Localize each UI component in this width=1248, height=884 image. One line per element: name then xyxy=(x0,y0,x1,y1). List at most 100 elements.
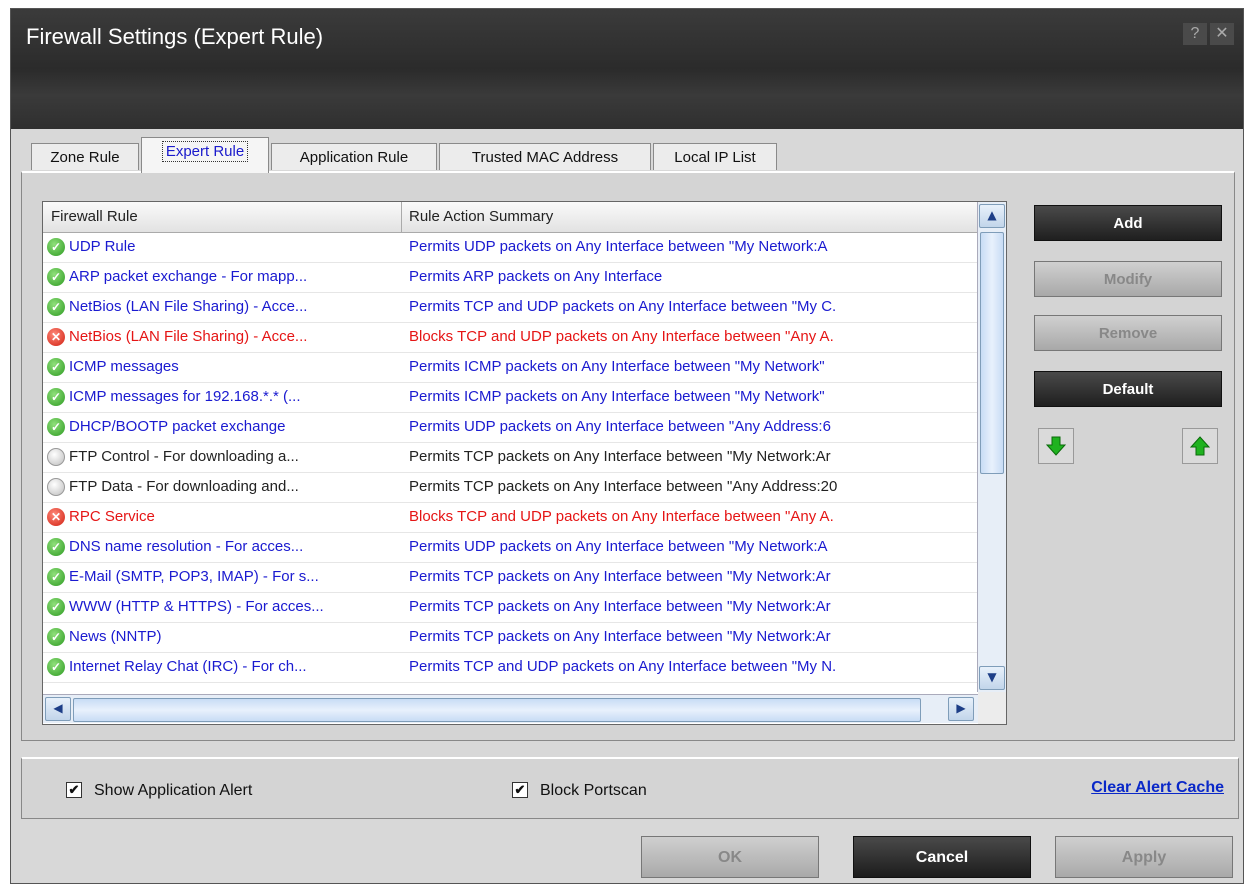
rule-name: FTP Control - For downloading a... xyxy=(69,448,299,465)
clear-alert-cache-link[interactable]: Clear Alert Cache xyxy=(1091,779,1224,797)
tab-label: Application Rule xyxy=(299,149,409,166)
table-row[interactable]: ✕ RPC Service Blocks TCP and UDP packets o… xyxy=(43,502,978,533)
table-row[interactable]: ✓ UDP Rule Permits UDP packets on Any Inte… xyxy=(43,232,978,263)
apply-button[interactable]: Apply xyxy=(1055,836,1233,878)
options-panel: ✔ Show Application Alert ✔ Block Portsca… xyxy=(21,757,1239,819)
checkbox-label: Show Application Alert xyxy=(94,782,253,799)
tab-label: Trusted MAC Address xyxy=(471,149,619,166)
rule-name: NetBios (LAN File Sharing) - Acce... xyxy=(69,328,308,345)
rule-summary: Permits UDP packets on Any Interface bet… xyxy=(409,538,828,555)
rule-name: DNS name resolution - For acces... xyxy=(69,538,304,555)
tab-application-rule[interactable]: Application Rule xyxy=(271,143,437,170)
horizontal-scroll-thumb[interactable] xyxy=(73,698,921,722)
table-row[interactable]: FTP Data - For downloading and... Permits… xyxy=(43,472,978,503)
column-header-firewall-rule[interactable]: Firewall Rule xyxy=(43,202,402,232)
rule-summary: Permits UDP packets on Any Interface bet… xyxy=(409,238,828,255)
default-button[interactable]: Default xyxy=(1034,371,1222,407)
tab-zone-rule[interactable]: Zone Rule xyxy=(31,143,139,170)
rule-summary: Permits TCP and UDP packets on Any Inter… xyxy=(409,658,837,675)
allow-status-icon: ✓ xyxy=(47,658,65,676)
tab-label: Expert Rule xyxy=(161,141,249,162)
table-row[interactable]: ✓ DHCP/BOOTP packet exchange Permits UDP p… xyxy=(43,412,978,443)
table-row[interactable]: ✓ ICMP messages Permits ICMP packets on An… xyxy=(43,352,978,383)
modify-button[interactable]: Modify xyxy=(1034,261,1222,297)
tab-label: Local IP List xyxy=(674,149,756,166)
allow-status-icon: ✓ xyxy=(47,268,65,286)
checkbox-label: Block Portscan xyxy=(540,782,647,799)
horizontal-scrollbar[interactable]: ◀ ▶ xyxy=(43,694,978,723)
rule-summary: Permits TCP packets on Any Interface bet… xyxy=(409,598,831,615)
vertical-scrollbar[interactable]: ▲ ▼ xyxy=(977,202,1006,692)
move-down-button[interactable] xyxy=(1038,428,1074,464)
rule-summary: Permits TCP packets on Any Interface bet… xyxy=(409,628,831,645)
scroll-right-icon[interactable]: ▶ xyxy=(948,697,974,721)
rule-name: NetBios (LAN File Sharing) - Acce... xyxy=(69,298,308,315)
rule-name: ARP packet exchange - For mapp... xyxy=(69,268,308,285)
allow-status-icon: ✓ xyxy=(47,238,65,256)
cancel-button[interactable]: Cancel xyxy=(853,836,1031,878)
rule-name: RPC Service xyxy=(69,508,155,525)
inactive-status-icon xyxy=(47,478,65,496)
scroll-left-icon[interactable]: ◀ xyxy=(45,697,71,721)
tab-trusted-mac-address[interactable]: Trusted MAC Address xyxy=(439,143,651,170)
remove-button[interactable]: Remove xyxy=(1034,315,1222,351)
title-bar: Firewall Settings (Expert Rule) ? ✕ xyxy=(11,9,1243,129)
window-title: Firewall Settings (Expert Rule) xyxy=(26,24,324,49)
rule-name: DHCP/BOOTP packet exchange xyxy=(69,418,286,435)
rule-summary: Permits TCP packets on Any Interface bet… xyxy=(409,448,831,465)
table-row[interactable]: ✓ DNS name resolution - For acces... Permi… xyxy=(43,532,978,563)
column-header-rule-action-summary[interactable]: Rule Action Summary xyxy=(401,202,979,232)
allow-status-icon: ✓ xyxy=(47,388,65,406)
rule-list[interactable]: Firewall Rule Rule Action Summary ✓ UDP R… xyxy=(42,201,1007,725)
table-row[interactable]: ✓ WWW (HTTP & HTTPS) - For acces... Permit… xyxy=(43,592,978,623)
table-row[interactable]: ✓ ICMP messages for 192.168.*.* (... Permi… xyxy=(43,382,978,413)
firewall-settings-window: Firewall Settings (Expert Rule) ? ✕ Zone… xyxy=(10,8,1244,884)
allow-status-icon: ✓ xyxy=(47,628,65,646)
table-row[interactable]: ✓ E-Mail (SMTP, POP3, IMAP) - For s... Per… xyxy=(43,562,978,593)
allow-status-icon: ✓ xyxy=(47,538,65,556)
scroll-corner xyxy=(978,692,1006,724)
checkbox-box[interactable]: ✔ xyxy=(66,782,82,798)
table-row[interactable]: ✓ News (NNTP) Permits TCP packets on Any I… xyxy=(43,622,978,653)
table-row[interactable]: ✓ ARP packet exchange - For mapp... Permit… xyxy=(43,262,978,293)
ok-button[interactable]: OK xyxy=(641,836,819,878)
table-row[interactable]: ✕ NetBios (LAN File Sharing) - Acce... Blo… xyxy=(43,322,978,353)
rule-name: Internet Relay Chat (IRC) - For ch... xyxy=(69,658,307,675)
checkbox-box[interactable]: ✔ xyxy=(512,782,528,798)
rule-summary: Permits TCP packets on Any Interface bet… xyxy=(409,568,831,585)
allow-status-icon: ✓ xyxy=(47,358,65,376)
table-row[interactable]: ✓ NetBios (LAN File Sharing) - Acce... Per… xyxy=(43,292,978,323)
rule-summary: Permits ARP packets on Any Interface xyxy=(409,268,663,285)
rule-summary: Permits UDP packets on Any Interface bet… xyxy=(409,418,831,435)
rule-summary: Permits TCP packets on Any Interface bet… xyxy=(409,478,838,495)
rule-name: UDP Rule xyxy=(69,238,136,255)
table-row[interactable]: FTP Control - For downloading a... Permit… xyxy=(43,442,978,473)
tab-local-ip-list[interactable]: Local IP List xyxy=(653,143,777,170)
tab-expert-rule[interactable]: Expert Rule xyxy=(141,137,269,173)
rule-summary: Permits ICMP packets on Any Interface be… xyxy=(409,358,825,375)
add-button[interactable]: Add xyxy=(1034,205,1222,241)
allow-status-icon: ✓ xyxy=(47,568,65,586)
rule-summary: Permits ICMP packets on Any Interface be… xyxy=(409,388,825,405)
scroll-up-icon[interactable]: ▲ xyxy=(979,204,1005,228)
rule-name: News (NNTP) xyxy=(69,628,162,645)
rule-name: E-Mail (SMTP, POP3, IMAP) - For s... xyxy=(69,568,319,585)
rule-name: WWW (HTTP & HTTPS) - For acces... xyxy=(69,598,324,615)
allow-status-icon: ✓ xyxy=(47,298,65,316)
tab-label: Zone Rule xyxy=(50,149,120,166)
allow-status-icon: ✓ xyxy=(47,598,65,616)
vertical-scroll-thumb[interactable] xyxy=(980,232,1004,474)
green-up-arrow-icon xyxy=(1190,436,1210,456)
help-button[interactable]: ? xyxy=(1183,23,1207,45)
rule-name: ICMP messages for 192.168.*.* (... xyxy=(69,388,301,405)
allow-status-icon: ✓ xyxy=(47,418,65,436)
move-up-button[interactable] xyxy=(1182,428,1218,464)
block-status-icon: ✕ xyxy=(47,508,65,526)
inactive-status-icon xyxy=(47,448,65,466)
close-button[interactable]: ✕ xyxy=(1210,23,1234,45)
rule-summary: Blocks TCP and UDP packets on Any Interf… xyxy=(409,328,834,345)
table-row[interactable]: ✓ Internet Relay Chat (IRC) - For ch... Pe… xyxy=(43,652,978,683)
scroll-down-icon[interactable]: ▼ xyxy=(979,666,1005,690)
rule-list-header: Firewall Rule Rule Action Summary xyxy=(43,202,978,233)
rule-summary: Permits TCP and UDP packets on Any Inter… xyxy=(409,298,837,315)
